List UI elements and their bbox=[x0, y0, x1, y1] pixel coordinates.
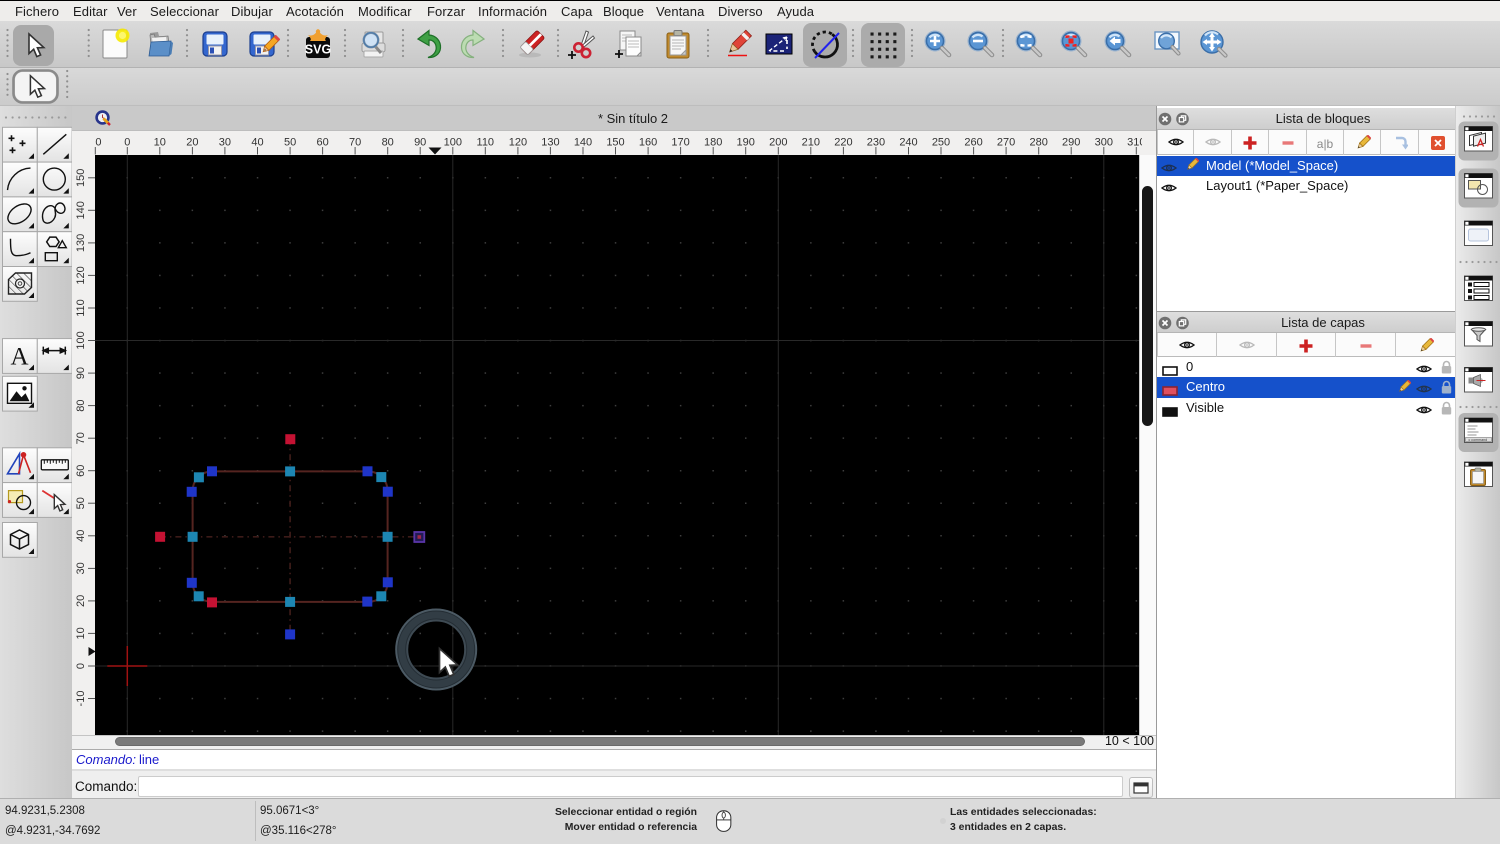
svg-text:90: 90 bbox=[75, 367, 87, 379]
svg-text:120: 120 bbox=[75, 266, 87, 284]
svg-text:60: 60 bbox=[75, 465, 87, 477]
svg-text:280: 280 bbox=[1030, 137, 1048, 149]
svg-text:20: 20 bbox=[75, 595, 87, 607]
svg-text:0: 0 bbox=[95, 137, 101, 149]
svg-text:180: 180 bbox=[704, 137, 722, 149]
svg-text:110: 110 bbox=[75, 299, 87, 317]
svg-text:260: 260 bbox=[964, 137, 982, 149]
svg-text:70: 70 bbox=[75, 432, 87, 444]
svg-text:10: 10 bbox=[154, 137, 166, 149]
svg-text:250: 250 bbox=[932, 137, 950, 149]
svg-text:170: 170 bbox=[671, 137, 689, 149]
svg-text:200: 200 bbox=[769, 137, 787, 149]
svg-text:150: 150 bbox=[75, 169, 87, 187]
svg-text:0: 0 bbox=[124, 137, 130, 149]
svg-text:130: 130 bbox=[75, 234, 87, 252]
svg-text:40: 40 bbox=[251, 137, 263, 149]
svg-text:10: 10 bbox=[75, 627, 87, 639]
svg-text:40: 40 bbox=[75, 530, 87, 542]
svg-text:290: 290 bbox=[1062, 137, 1080, 149]
svg-text:110: 110 bbox=[477, 137, 495, 149]
svg-text:100: 100 bbox=[444, 137, 462, 149]
svg-text:A: A bbox=[10, 344, 28, 371]
svg-text:140: 140 bbox=[574, 137, 592, 149]
svg-text:50: 50 bbox=[75, 497, 87, 509]
svg-text:220: 220 bbox=[834, 137, 852, 149]
svg-text:80: 80 bbox=[75, 399, 87, 411]
svg-text:30: 30 bbox=[219, 137, 231, 149]
svg-text:70: 70 bbox=[349, 137, 361, 149]
svg-text:190: 190 bbox=[737, 137, 755, 149]
svg-text:150: 150 bbox=[606, 137, 624, 149]
svg-text:270: 270 bbox=[997, 137, 1015, 149]
svg-text:50: 50 bbox=[284, 137, 296, 149]
svg-text:210: 210 bbox=[802, 137, 820, 149]
svg-text:140: 140 bbox=[75, 201, 87, 219]
svg-text:0: 0 bbox=[75, 663, 87, 669]
svg-text:-10: -10 bbox=[75, 691, 87, 707]
svg-text:80: 80 bbox=[382, 137, 394, 149]
svg-text:160: 160 bbox=[639, 137, 657, 149]
svg-text:90: 90 bbox=[414, 137, 426, 149]
svg-text:60: 60 bbox=[316, 137, 328, 149]
svg-text:c command: c command bbox=[1469, 438, 1488, 442]
svg-text:20: 20 bbox=[186, 137, 198, 149]
svg-text:240: 240 bbox=[899, 137, 917, 149]
svg-text:130: 130 bbox=[541, 137, 559, 149]
svg-text:120: 120 bbox=[509, 137, 527, 149]
svg-text:300: 300 bbox=[1095, 137, 1113, 149]
svg-text:230: 230 bbox=[867, 137, 885, 149]
svg-text:100: 100 bbox=[75, 331, 87, 349]
svg-text:30: 30 bbox=[75, 562, 87, 574]
svg-text:310: 310 bbox=[1127, 137, 1142, 149]
